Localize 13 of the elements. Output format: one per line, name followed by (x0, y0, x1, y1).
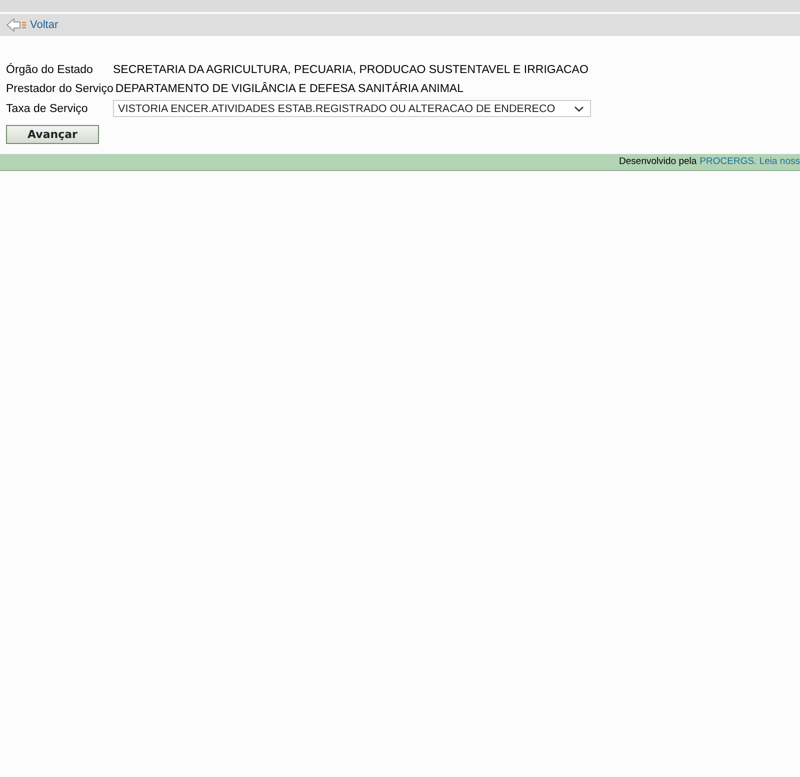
back-arrow-icon (6, 18, 28, 32)
field-label: Órgão do Estado (6, 64, 94, 76)
footer-link[interactable]: . Leia noss (754, 156, 800, 167)
advance-button[interactable]: Avançar (6, 124, 99, 144)
field-value: SECRETARIA DA AGRICULTURA, PECUARIA, PRODUCAO SUSTENTAVEL E IRRIGACAO (113, 64, 588, 76)
footer-text: Desenvolvido pela (619, 156, 697, 167)
procergs-link[interactable]: PROCERGS (700, 156, 754, 167)
field-label: Prestador do Serviço (6, 83, 114, 96)
field-label: Taxa de Serviço (6, 102, 89, 115)
back-link[interactable]: Voltar (6, 18, 58, 32)
chevron-down-icon (574, 106, 584, 112)
field-value: DEPARTAMENTO DE VIGILÂNCIA E DEFESA SANITÁRIA ANIMAL (115, 83, 464, 96)
service-fee-dropdown[interactable]: VISTORIA ENCER.ATIVIDADES ESTAB.REGISTRADO OU ALTERACAO DE ENDERECO (113, 100, 591, 118)
